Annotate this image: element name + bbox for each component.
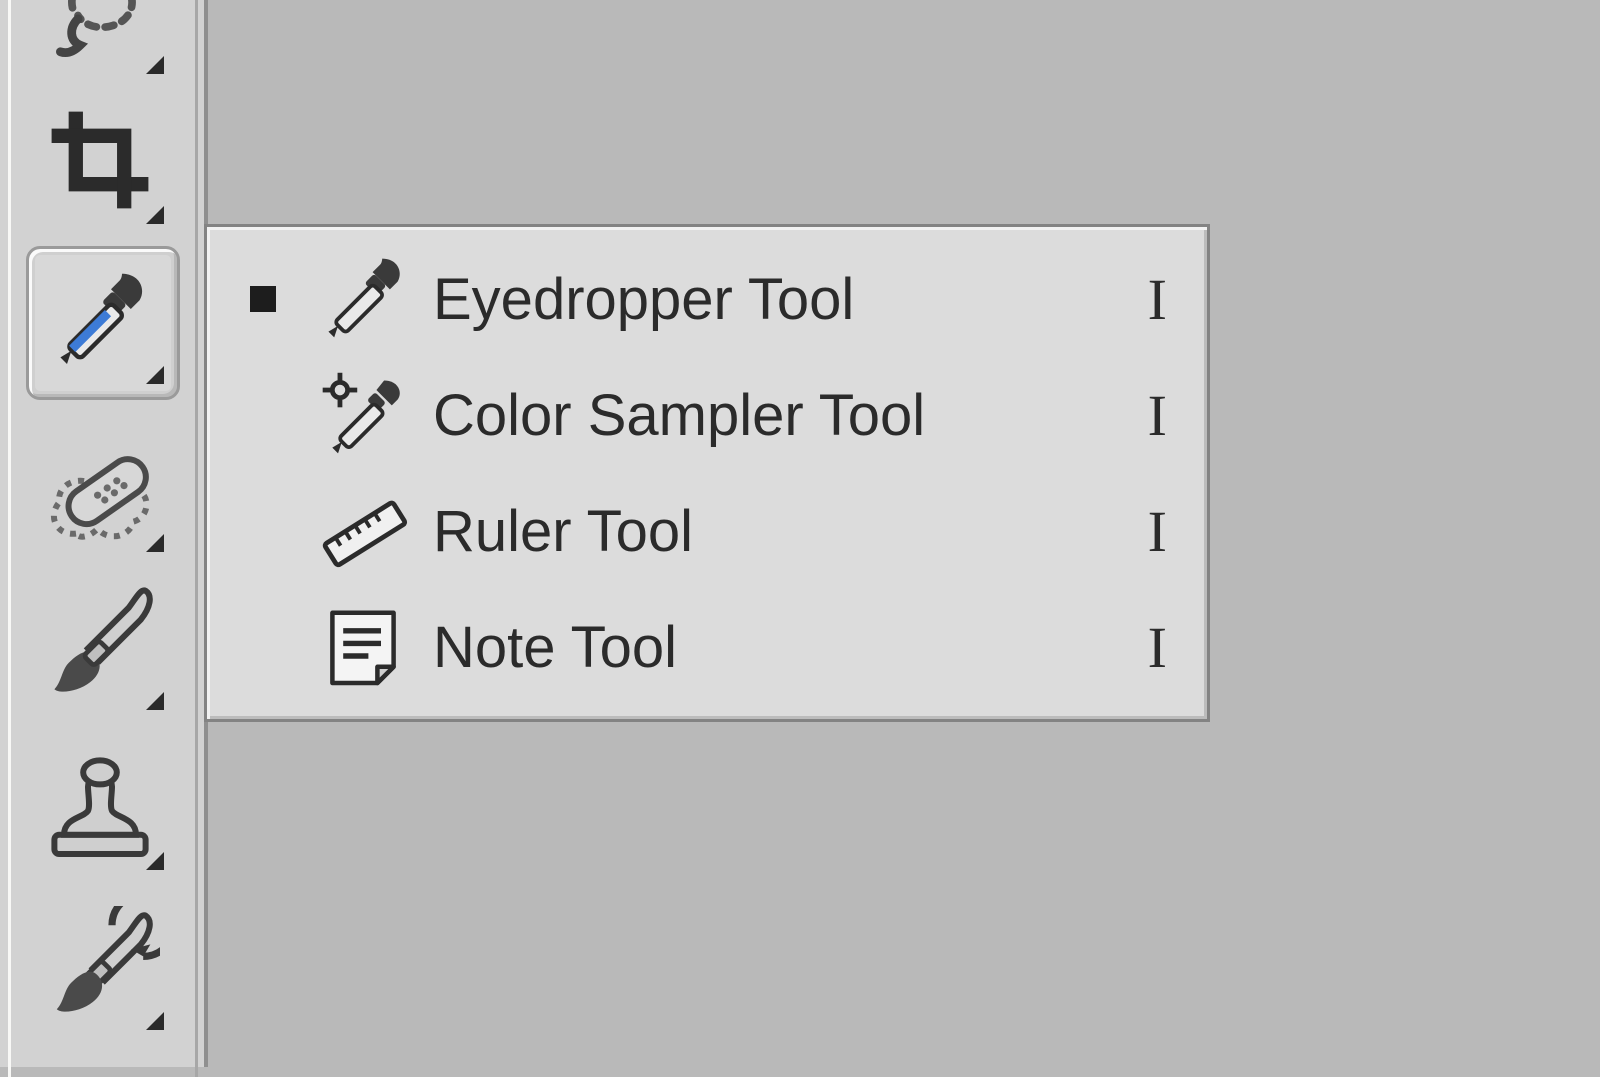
stamp-tool-button[interactable] <box>30 736 170 876</box>
flyout-indicator-icon <box>146 852 164 870</box>
eyedropper-tool-button[interactable] <box>30 250 170 390</box>
lasso-tool-button[interactable] <box>30 0 170 80</box>
flyout-indicator-icon <box>146 56 164 74</box>
eyedropper-icon <box>293 251 433 347</box>
flyout-indicator-icon <box>146 534 164 552</box>
flyout-indicator-icon <box>146 366 164 384</box>
history-brush-icon <box>40 906 160 1026</box>
brush-tool-button[interactable] <box>30 576 170 716</box>
tools-toolbar <box>0 0 208 1067</box>
flyout-item-shortcut: I <box>1107 498 1167 565</box>
note-icon <box>293 602 433 692</box>
flyout-item-shortcut: I <box>1107 266 1167 333</box>
eyedropper-icon <box>45 265 155 375</box>
color-sampler-icon <box>293 367 433 463</box>
flyout-item-eyedropper[interactable]: Eyedropper Tool I <box>207 241 1207 357</box>
brush-icon <box>40 586 160 706</box>
flyout-item-label: Eyedropper Tool <box>433 266 1107 333</box>
eyedropper-flyout-menu: Eyedropper Tool I Color Sampler Tool I <box>204 224 1210 722</box>
crop-icon <box>45 105 155 215</box>
healing-brush-tool-button[interactable] <box>30 418 170 558</box>
flyout-item-label: Ruler Tool <box>433 498 1107 565</box>
flyout-item-shortcut: I <box>1107 614 1167 681</box>
bandage-icon <box>40 428 160 548</box>
ruler-icon <box>293 483 433 579</box>
history-brush-tool-button[interactable] <box>30 896 170 1036</box>
flyout-indicator-icon <box>146 206 164 224</box>
flyout-item-ruler[interactable]: Ruler Tool I <box>207 473 1207 589</box>
selected-marker <box>233 286 293 312</box>
stamp-icon <box>40 746 160 866</box>
flyout-item-label: Note Tool <box>433 614 1107 681</box>
flyout-item-label: Color Sampler Tool <box>433 382 1107 449</box>
flyout-item-color-sampler[interactable]: Color Sampler Tool I <box>207 357 1207 473</box>
lasso-icon <box>45 0 155 65</box>
flyout-indicator-icon <box>146 1012 164 1030</box>
flyout-item-shortcut: I <box>1107 382 1167 449</box>
crop-tool-button[interactable] <box>30 90 170 230</box>
flyout-item-note[interactable]: Note Tool I <box>207 589 1207 705</box>
flyout-indicator-icon <box>146 692 164 710</box>
